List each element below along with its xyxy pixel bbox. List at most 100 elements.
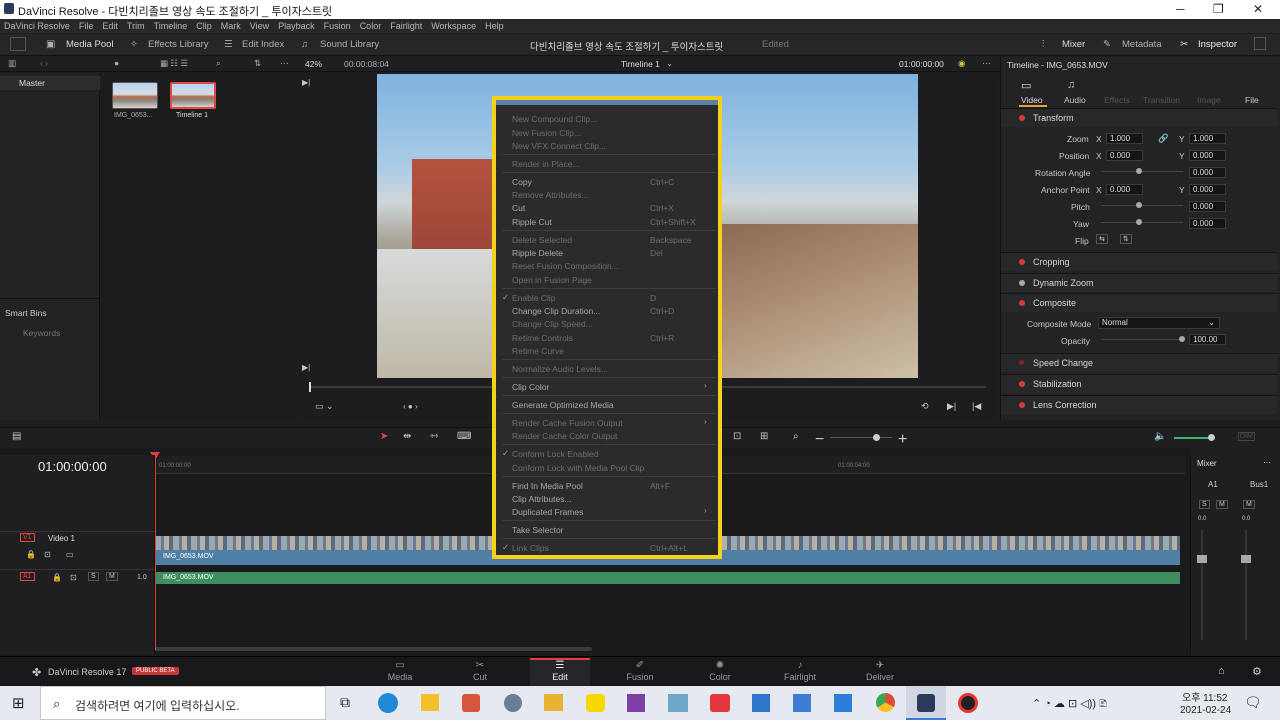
zoom-y-field[interactable]: 1.000: [1189, 133, 1226, 144]
audio-tab-icon[interactable]: ♫: [1067, 79, 1075, 91]
zoom-custom-icon[interactable]: ⌕: [793, 431, 799, 442]
app-icon-1[interactable]: [462, 694, 480, 712]
rotation-field[interactable]: 0.000: [1189, 167, 1226, 178]
context-item-render-cache-fusion-output[interactable]: Render Cache Fusion Output ›: [496, 416, 718, 429]
context-item-duplicated-frames[interactable]: Duplicated Frames ›: [496, 505, 718, 518]
maximize-icon[interactable]: ❐: [1213, 2, 1224, 16]
viewer-mode-icon[interactable]: ▭ ⌄: [315, 401, 334, 412]
mute-button[interactable]: M: [106, 572, 118, 581]
tab-audio[interactable]: Audio: [1064, 95, 1086, 105]
metadata-button[interactable]: Metadata: [1122, 39, 1162, 50]
context-item-render-cache-color-output[interactable]: Render Cache Color Output: [496, 429, 718, 442]
folder-icon[interactable]: [544, 694, 563, 711]
opacity-slider[interactable]: [1179, 336, 1185, 342]
kakaotalk-icon[interactable]: [586, 694, 605, 712]
menu-davinci-resolve[interactable]: DaVinci Resolve: [4, 21, 70, 31]
clock-date[interactable]: 2021-02-24: [1180, 705, 1231, 716]
cropping-section[interactable]: Cropping: [1001, 252, 1277, 271]
mixer-button[interactable]: Mixer: [1062, 39, 1085, 50]
zoom-in-icon[interactable]: +: [898, 431, 907, 449]
context-item-take-selector[interactable]: Take Selector: [496, 523, 718, 536]
context-item-change-clip-speed[interactable]: Change Clip Speed...: [496, 317, 718, 330]
auto-select-icon[interactable]: ⊡: [44, 550, 51, 559]
context-item-normalize-audio-levels[interactable]: Normalize Audio Levels...: [496, 362, 718, 375]
page-edit[interactable]: ☰ Edit: [530, 658, 590, 686]
context-item-change-clip-duration[interactable]: Change Clip Duration... Ctrl+D: [496, 304, 718, 317]
yaw-field[interactable]: 0.000: [1189, 218, 1226, 229]
menu-help[interactable]: Help: [485, 21, 504, 31]
context-item-generate-optimized-media[interactable]: Generate Optimized Media: [496, 398, 718, 411]
timeline-selector[interactable]: Timeline 1: [621, 59, 660, 69]
context-item-retime-curve[interactable]: Retime Curve: [496, 344, 718, 357]
pitch-slider[interactable]: [1136, 202, 1142, 208]
context-item-conform-lock-with-media-pool-clip[interactable]: Conform Lock with Media Pool Clip: [496, 461, 718, 474]
timeline-view-icon[interactable]: ▤: [12, 431, 21, 442]
clock-time[interactable]: 오후 11:52: [1182, 689, 1227, 704]
app-icon-2[interactable]: [504, 694, 522, 712]
position-x-field[interactable]: 0.000: [1106, 150, 1143, 161]
file-explorer-icon[interactable]: [421, 694, 439, 711]
transform-section[interactable]: Transform: [1001, 108, 1277, 127]
workspace-toggle-icon[interactable]: [10, 37, 26, 51]
menu-fairlight[interactable]: Fairlight: [390, 21, 422, 31]
edge-icon[interactable]: [378, 693, 398, 713]
inspector-button[interactable]: Inspector: [1198, 39, 1237, 50]
sort-icon[interactable]: ⇅: [254, 58, 261, 69]
app-icon-6[interactable]: [793, 694, 811, 712]
context-item-reset-fusion-composition[interactable]: Reset Fusion Composition...: [496, 259, 718, 272]
page-media[interactable]: ▭ Media: [370, 658, 430, 686]
menu-view[interactable]: View: [250, 21, 269, 31]
close-icon[interactable]: ✕: [1253, 2, 1263, 16]
chrome-icon[interactable]: [876, 693, 895, 712]
menu-fusion[interactable]: Fusion: [324, 21, 351, 31]
page-deliver[interactable]: ✈ Deliver: [850, 658, 910, 686]
mixer-solo[interactable]: S: [1199, 500, 1210, 509]
dim-button[interactable]: DIM: [1238, 432, 1255, 441]
link-icon[interactable]: 🔗: [1158, 133, 1169, 144]
video-track-name[interactable]: Video 1: [48, 534, 75, 543]
audio-track-id[interactable]: A1: [20, 572, 35, 581]
blade-tool-icon[interactable]: ⇿: [430, 431, 438, 442]
page-fairlight[interactable]: ♪ Fairlight: [770, 658, 830, 686]
composite-section[interactable]: Composite: [1001, 293, 1277, 312]
view-mode-icon[interactable]: ▦ ☷ ☰: [160, 58, 188, 69]
speed-change-section[interactable]: Speed Change: [1001, 353, 1277, 372]
search-icon[interactable]: ⌕: [216, 58, 221, 69]
home-icon[interactable]: ⌂: [1218, 665, 1225, 677]
menu-color[interactable]: Color: [360, 21, 382, 31]
sound-library-button[interactable]: Sound Library: [320, 39, 379, 50]
bus-mute[interactable]: M: [1243, 500, 1255, 509]
volume-icon[interactable]: 🔈: [1154, 431, 1166, 442]
composite-mode-select[interactable]: Normal ⌄: [1098, 317, 1220, 329]
jog-control[interactable]: ‹ ● ›: [403, 402, 418, 411]
audio-lock-icon[interactable]: 🔒: [52, 573, 62, 582]
video-track-id[interactable]: V1: [20, 533, 35, 542]
context-item-conform-lock-enabled[interactable]: Conform Lock Enabled ✓: [496, 447, 718, 460]
play-icon[interactable]: ▶|: [947, 401, 956, 412]
notification-icon[interactable]: 🗨: [1244, 694, 1262, 711]
audio-clip[interactable]: IMG_0653.MOV: [155, 572, 1180, 584]
context-item-retime-controls[interactable]: Retime Controls Ctrl+R: [496, 331, 718, 344]
app-icon-4[interactable]: [710, 694, 730, 712]
position-y-field[interactable]: 0.000: [1189, 150, 1226, 161]
fader-a1[interactable]: [1197, 555, 1207, 563]
context-item-new-vfx-connect-clip[interactable]: New VFX Connect Clip...: [496, 139, 718, 152]
lens-correction-section[interactable]: Lens Correction: [1001, 395, 1277, 414]
context-item-enable-clip[interactable]: Enable Clip D ✓: [496, 291, 718, 304]
menu-workspace[interactable]: Workspace: [431, 21, 476, 31]
anchor-y-field[interactable]: 0.000: [1189, 184, 1226, 195]
record-icon[interactable]: [958, 693, 978, 713]
context-item-clip-attributes[interactable]: Clip Attributes...: [496, 492, 718, 505]
stabilization-section[interactable]: Stabilization: [1001, 374, 1277, 393]
taskbar-search[interactable]: ⌕ 검색하려면 여기에 입력하십시오.: [40, 686, 326, 720]
context-item-open-in-fusion-page[interactable]: Open in Fusion Page: [496, 273, 718, 286]
lock-icon[interactable]: 🔒: [26, 550, 36, 559]
page-cut[interactable]: ✂ Cut: [450, 658, 510, 686]
smart-bin-keywords[interactable]: Keywords: [23, 328, 60, 338]
panel-toggle-icon[interactable]: [1254, 37, 1266, 50]
keyboard-icon[interactable]: ⌨: [457, 431, 471, 442]
trim-tool-icon[interactable]: ⇹: [403, 431, 411, 442]
onenote-icon[interactable]: [627, 694, 645, 712]
anchor-x-field[interactable]: 0.000: [1106, 184, 1143, 195]
volume-slider[interactable]: [1208, 434, 1215, 441]
